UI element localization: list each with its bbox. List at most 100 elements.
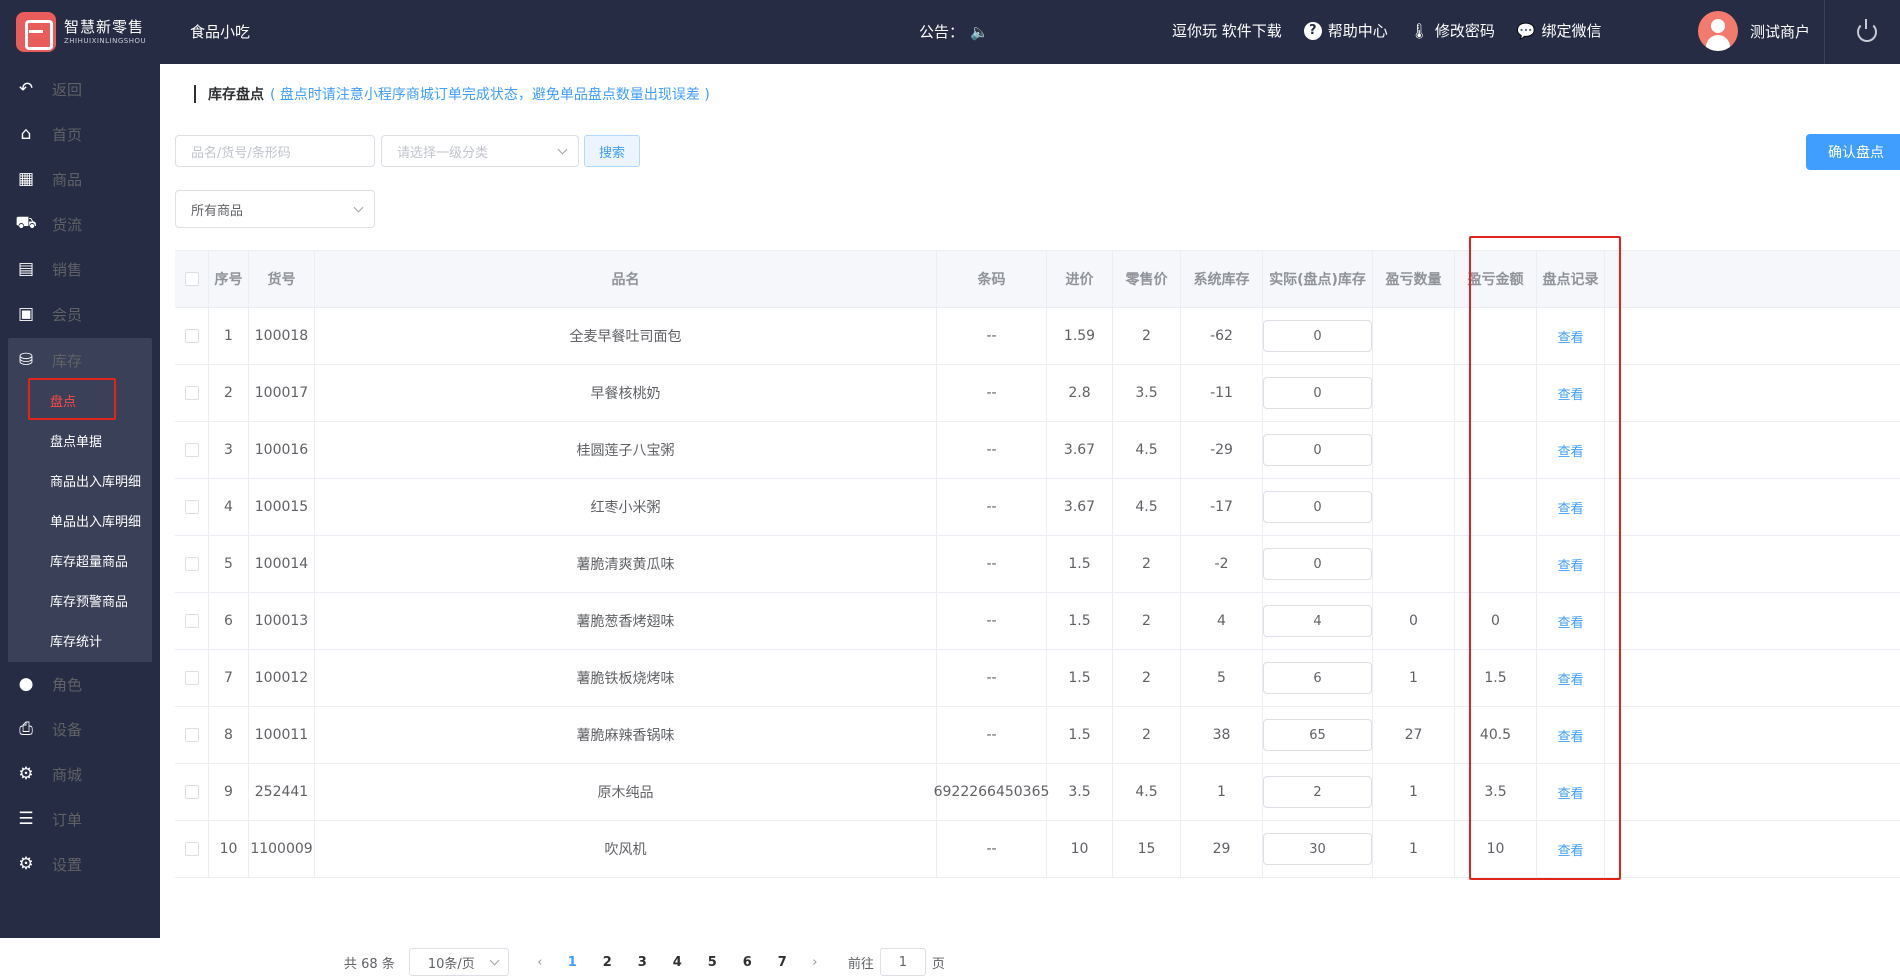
sidebar-item-label: 库存	[52, 351, 83, 370]
submenu-item-overstock[interactable]: 库存超量商品	[8, 540, 152, 580]
next-page-button[interactable]: ›	[800, 955, 830, 970]
cell-no: 1	[209, 308, 249, 364]
actual-stock-input[interactable]: 4	[1263, 605, 1372, 637]
sidebar-item-members[interactable]: ▣ 会员	[0, 292, 160, 336]
sidebar-item-label: 商城	[52, 765, 83, 784]
actual-stock-input[interactable]: 0	[1263, 548, 1372, 580]
sidebar-item-goods[interactable]: ▦ 商品	[0, 157, 160, 201]
view-record-link[interactable]: 查看	[1557, 840, 1583, 859]
sidebar-item-mall[interactable]: ⚙ 商城	[0, 752, 160, 796]
actual-stock-input[interactable]: 0	[1263, 320, 1372, 352]
sidebar-item-logistics[interactable]: ⛟ 货流	[0, 202, 160, 246]
cell-price: 4.5	[1113, 764, 1181, 820]
page-number[interactable]: 6	[730, 955, 765, 970]
view-record-link[interactable]: 查看	[1557, 783, 1583, 802]
row-select-cell	[175, 479, 209, 535]
view-record-link[interactable]: 查看	[1557, 612, 1583, 631]
actual-stock-input[interactable]: 6	[1263, 662, 1372, 694]
row-checkbox[interactable]	[184, 443, 199, 457]
sidebar-item-inventory[interactable]: ⛁ 库存	[8, 338, 152, 382]
prev-page-button[interactable]: ‹	[525, 955, 555, 970]
cell-code: 100011	[249, 707, 315, 763]
submenu-item-stocktake[interactable]: 盘点	[8, 380, 152, 420]
power-icon[interactable]	[1857, 19, 1877, 42]
cell-actual-stock: 0	[1263, 365, 1373, 421]
row-checkbox[interactable]	[184, 500, 199, 514]
page-size-select[interactable]: 10条/页	[408, 948, 509, 976]
actual-stock-input[interactable]: 0	[1263, 434, 1372, 466]
help-center-link[interactable]: ? 帮助中心	[1303, 20, 1388, 41]
page-number[interactable]: 1	[555, 955, 590, 970]
help-center-label: 帮助中心	[1327, 22, 1388, 40]
page-number[interactable]: 2	[590, 955, 625, 970]
cell-diff-qty: 27	[1373, 707, 1455, 763]
row-select-cell	[175, 593, 209, 649]
row-checkbox[interactable]	[184, 671, 199, 685]
top-bar: 智慧新零售 ZHIHUIXINLINGSHOU 食品小吃 公告： 🔈 逗你玩 软…	[0, 0, 1900, 64]
row-checkbox[interactable]	[184, 386, 199, 400]
cell-system-stock: -2	[1181, 536, 1263, 592]
notice[interactable]: 公告： 🔈	[919, 21, 989, 42]
cell-record: 查看	[1537, 707, 1605, 763]
software-download-link[interactable]: 逗你玩 软件下载	[1172, 20, 1282, 41]
cell-code: 100012	[249, 650, 315, 706]
bind-wechat-link[interactable]: 💬 绑定微信	[1517, 20, 1602, 41]
sidebar-item-roles[interactable]: ● 角色	[0, 662, 160, 706]
cell-name: 薯脆铁板烧烤味	[315, 650, 937, 706]
sidebar-item-back[interactable]: ↶ 返回	[0, 67, 160, 111]
search-button[interactable]: 搜索	[584, 135, 640, 167]
submenu-item-stocktake-docs[interactable]: 盘点单据	[8, 420, 152, 460]
user-menu[interactable]: 测试商户	[1698, 11, 1810, 51]
submenu-item-goods-io[interactable]: 商品出入库明细	[8, 460, 152, 500]
actual-stock-input[interactable]: 0	[1263, 491, 1372, 523]
cell-cost: 2.8	[1047, 365, 1113, 421]
row-checkbox[interactable]	[184, 557, 199, 571]
submenu-item-stock-stats[interactable]: 库存统计	[8, 620, 152, 660]
row-checkbox[interactable]	[184, 785, 199, 799]
sidebar-item-sales[interactable]: ▤ 销售	[0, 247, 160, 291]
sidebar-item-devices[interactable]: ⎙ 设备	[0, 707, 160, 751]
cell-name: 薯脆麻辣香锅味	[315, 707, 937, 763]
page-number[interactable]: 3	[625, 955, 660, 970]
row-checkbox[interactable]	[184, 329, 199, 343]
view-record-link[interactable]: 查看	[1557, 726, 1583, 745]
row-checkbox[interactable]	[184, 728, 199, 742]
actual-stock-input[interactable]: 0	[1263, 377, 1372, 409]
view-record-link[interactable]: 查看	[1557, 327, 1583, 346]
sidebar-item-settings[interactable]: ⚙ 设置	[0, 842, 160, 886]
cell-code: 100018	[249, 308, 315, 364]
actual-stock-input[interactable]: 30	[1263, 833, 1372, 865]
row-checkbox[interactable]	[184, 842, 199, 856]
goto-page-input[interactable]: 1	[879, 948, 926, 976]
row-checkbox[interactable]	[184, 614, 199, 628]
view-record-link[interactable]: 查看	[1557, 384, 1583, 403]
actual-stock-input[interactable]: 2	[1263, 776, 1372, 808]
search-input[interactable]: 品名/货号/条形码	[175, 135, 375, 167]
wechat-icon: 💬	[1516, 21, 1536, 40]
sidebar-item-orders[interactable]: ☰ 订单	[0, 797, 160, 841]
goods-filter-select[interactable]: 所有商品	[175, 190, 375, 228]
cell-system-stock: 38	[1181, 707, 1263, 763]
cell-actual-stock: 4	[1263, 593, 1373, 649]
cell-actual-stock: 65	[1263, 707, 1373, 763]
page-number[interactable]: 5	[695, 955, 730, 970]
view-record-link[interactable]: 查看	[1557, 441, 1583, 460]
sidebar-item-home[interactable]: ⌂ 首页	[0, 112, 160, 156]
select-all-checkbox[interactable]	[184, 272, 199, 286]
confirm-stocktake-button[interactable]: 确认盘点	[1806, 134, 1900, 170]
cell-barcode: 6922266450365	[934, 764, 1049, 820]
view-record-link[interactable]: 查看	[1557, 669, 1583, 688]
view-record-link[interactable]: 查看	[1557, 555, 1583, 574]
page-number[interactable]: 4	[660, 955, 695, 970]
category-select[interactable]: 请选择一级分类	[381, 135, 579, 167]
chevron-down-icon	[353, 202, 364, 213]
submenu-item-item-io[interactable]: 单品出入库明细	[8, 500, 152, 540]
change-password-link[interactable]: 🌡 修改密码	[1410, 20, 1495, 41]
brand-name: 智慧新零售	[64, 18, 145, 36]
page-number[interactable]: 7	[765, 955, 800, 970]
cell-diff-amount: 40.5	[1455, 707, 1537, 763]
change-password-label: 修改密码	[1434, 22, 1495, 40]
view-record-link[interactable]: 查看	[1557, 498, 1583, 517]
actual-stock-input[interactable]: 65	[1263, 719, 1372, 751]
submenu-item-stock-warning[interactable]: 库存预警商品	[8, 580, 152, 620]
